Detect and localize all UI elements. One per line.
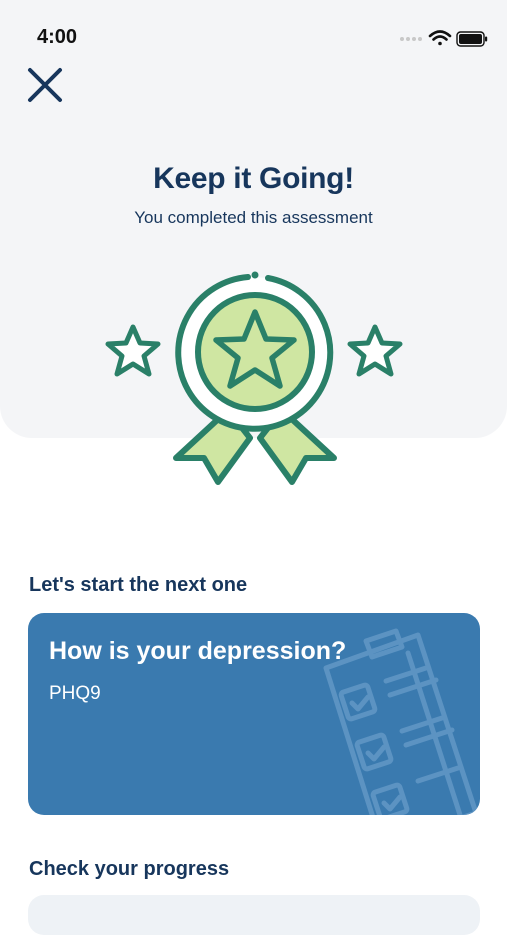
wifi-icon — [428, 30, 452, 46]
card-code: PHQ9 — [49, 683, 101, 704]
signal-dots-icon — [400, 37, 422, 41]
star-icon — [105, 324, 161, 377]
progress-card[interactable] — [28, 895, 480, 935]
status-icons — [400, 30, 488, 47]
battery-icon — [456, 31, 488, 47]
close-button[interactable] — [24, 64, 66, 106]
award-badge-icon — [105, 271, 403, 485]
status-time: 4:00 — [37, 26, 78, 48]
next-section-heading: Let's start the next one — [29, 574, 248, 596]
medal-top-dot — [251, 271, 259, 279]
page-subtitle: You completed this assessment — [134, 208, 373, 227]
page-title: Keep it Going! — [153, 162, 354, 195]
close-icon — [28, 68, 62, 102]
next-assessment-card[interactable]: How is your depression? PHQ9 — [28, 613, 480, 815]
checklist-icon — [323, 628, 479, 815]
status-bar: 4:00 — [0, 0, 507, 72]
progress-section-heading: Check your progress — [29, 858, 230, 880]
star-icon — [347, 324, 403, 377]
